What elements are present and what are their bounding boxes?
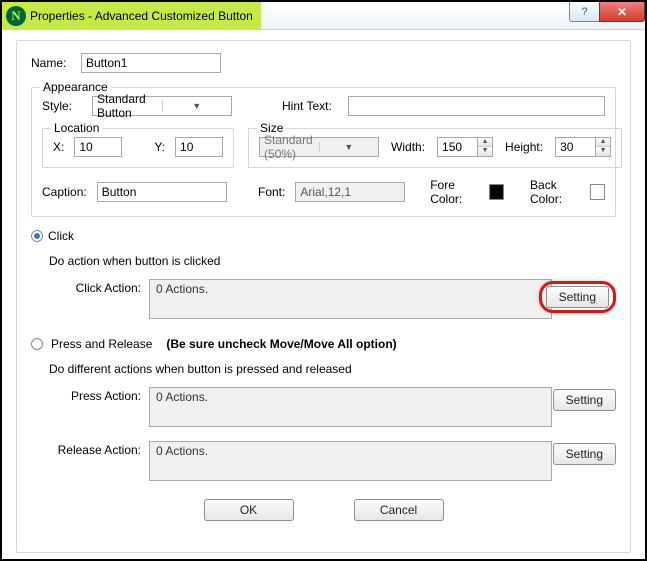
setting-highlight: Setting	[539, 281, 616, 313]
click-action-row: Click Action: 0 Actions. Setting	[49, 279, 616, 319]
y-input[interactable]	[175, 137, 223, 157]
click-radio[interactable]	[31, 230, 43, 242]
press-radio[interactable]	[31, 338, 43, 350]
title-highlight: N Properties - Advanced Customized Butto…	[2, 2, 261, 29]
release-action-label: Release Action:	[49, 441, 149, 457]
chevron-down-icon: ▼	[319, 142, 379, 152]
release-action-display: 0 Actions.	[149, 441, 552, 481]
spinner-down-icon[interactable]: ▼	[478, 147, 492, 156]
style-value: Standard Button	[93, 92, 162, 120]
click-action-display: 0 Actions.	[149, 279, 552, 319]
spinner-up-icon[interactable]: ▲	[478, 138, 492, 147]
height-spinner[interactable]: ▲▼	[555, 137, 611, 157]
main-panel: Name: Appearance Style: Standard Button …	[16, 40, 631, 553]
width-label: Width:	[391, 140, 425, 154]
press-radio-label: Press and Release	[51, 337, 152, 351]
height-label: Height:	[505, 140, 543, 154]
caption-label: Caption:	[42, 185, 87, 199]
click-action-label: Click Action:	[49, 279, 149, 295]
press-action-label: Press Action:	[49, 387, 149, 403]
size-preset-value: Standard (50%)	[260, 133, 319, 161]
forecolor-label: Fore Color:	[430, 178, 478, 206]
click-note: Do action when button is clicked	[49, 254, 616, 268]
hint-label: Hint Text:	[282, 99, 332, 113]
app-icon: N	[6, 6, 26, 26]
titlebar: N Properties - Advanced Customized Butto…	[2, 2, 645, 30]
appearance-legend: Appearance	[40, 80, 111, 94]
height-input[interactable]	[555, 137, 595, 157]
font-display[interactable]	[295, 182, 405, 202]
location-legend: Location	[51, 121, 102, 135]
width-input[interactable]	[437, 137, 477, 157]
appearance-group: Appearance Style: Standard Button ▼ Hint…	[31, 87, 616, 217]
backcolor-swatch[interactable]	[590, 184, 605, 200]
press-action-row: Press Action: 0 Actions. Setting	[49, 387, 616, 427]
caption-input[interactable]	[97, 182, 227, 202]
press-radio-row[interactable]: Press and Release (Be sure uncheck Move/…	[31, 337, 616, 351]
spinner-down-icon[interactable]: ▼	[596, 147, 610, 156]
properties-dialog: N Properties - Advanced Customized Butto…	[0, 0, 647, 561]
forecolor-swatch[interactable]	[489, 184, 504, 200]
x-label: X:	[53, 140, 64, 154]
size-legend: Size	[257, 121, 286, 135]
click-radio-label: Click	[48, 229, 74, 243]
width-spinner[interactable]: ▲▼	[437, 137, 493, 157]
style-combo[interactable]: Standard Button ▼	[92, 96, 232, 116]
release-setting-button[interactable]: Setting	[553, 443, 616, 465]
spinner-up-icon[interactable]: ▲	[596, 138, 610, 147]
hint-input[interactable]	[348, 96, 605, 116]
backcolor-label: Back Color:	[530, 178, 580, 206]
x-input[interactable]	[74, 137, 122, 157]
ok-button[interactable]: OK	[204, 499, 294, 521]
release-action-row: Release Action: 0 Actions. Setting	[49, 441, 616, 481]
press-bold-note: (Be sure uncheck Move/Move All option)	[166, 337, 396, 351]
size-preset-combo: Standard (50%) ▼	[259, 137, 379, 157]
press-setting-button[interactable]: Setting	[553, 389, 616, 411]
location-group: Location X: Y:	[42, 128, 234, 168]
chevron-down-icon: ▼	[162, 101, 232, 111]
style-label: Style:	[42, 99, 76, 113]
press-note: Do different actions when button is pres…	[49, 362, 616, 376]
close-button[interactable]: ✕	[599, 2, 645, 22]
help-button[interactable]: ?	[569, 2, 599, 22]
dialog-buttons: OK Cancel	[31, 489, 616, 525]
click-radio-row[interactable]: Click	[31, 229, 616, 243]
size-group: Size Standard (50%) ▼ Width: ▲▼ H	[248, 128, 622, 168]
font-label: Font:	[258, 185, 285, 199]
press-action-display: 0 Actions.	[149, 387, 552, 427]
click-setting-button[interactable]: Setting	[546, 286, 609, 308]
window-title: Properties - Advanced Customized Button	[30, 9, 253, 23]
cancel-button[interactable]: Cancel	[354, 499, 444, 521]
name-input[interactable]	[81, 53, 221, 73]
name-row: Name:	[31, 53, 616, 73]
y-label: Y:	[154, 140, 165, 154]
window-buttons: ? ✕	[569, 2, 645, 29]
name-label: Name:	[31, 56, 75, 70]
